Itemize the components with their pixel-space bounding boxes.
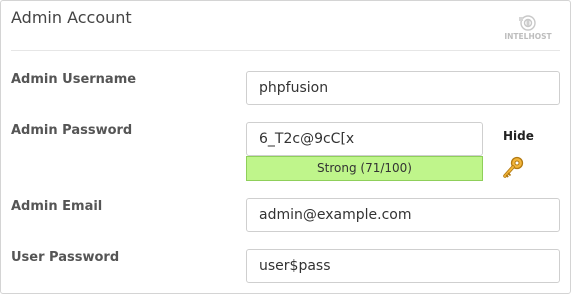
admin-password-input[interactable] <box>246 122 483 156</box>
logo-text: INTELHOST <box>504 32 552 41</box>
header-divider <box>11 50 560 51</box>
user-password-label: User Password <box>11 250 120 265</box>
admin-email-input[interactable] <box>246 198 560 232</box>
intelhost-logo: INTELHOST <box>503 13 553 43</box>
admin-account-panel: Admin Account INTELHOST Admin Username A… <box>0 0 571 294</box>
user-password-input[interactable] <box>246 249 560 283</box>
admin-username-input[interactable] <box>246 71 560 105</box>
key-icon[interactable] <box>502 155 526 181</box>
password-strength-meter: Strong (71/100) <box>246 156 483 181</box>
admin-password-label: Admin Password <box>11 123 133 138</box>
admin-username-label: Admin Username <box>11 72 137 87</box>
panel-title: Admin Account <box>11 8 132 27</box>
hide-password-toggle[interactable]: Hide <box>503 129 534 143</box>
admin-email-label: Admin Email <box>11 199 103 214</box>
